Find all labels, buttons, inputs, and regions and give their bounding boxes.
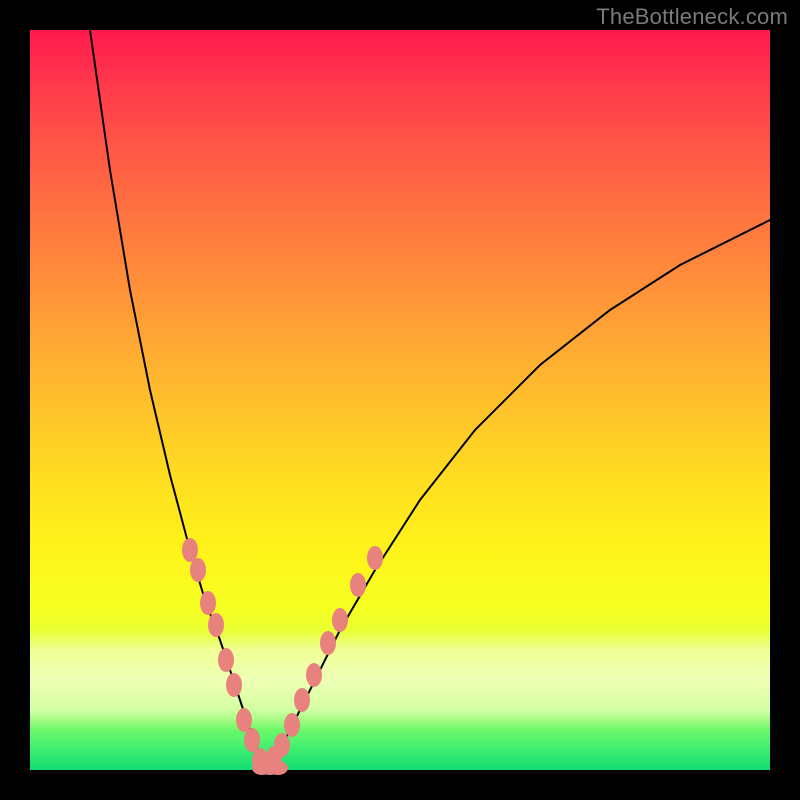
bead-marker [332, 608, 348, 632]
left-curve [90, 30, 268, 770]
bead-marker [367, 546, 383, 570]
bead-marker [284, 713, 300, 737]
bead-marker [294, 688, 310, 712]
bead-marker [200, 591, 216, 615]
watermark-text: TheBottleneck.com [596, 4, 788, 30]
right-curve [268, 220, 770, 770]
bead-group [182, 538, 383, 775]
bead-marker [190, 558, 206, 582]
chart-frame: TheBottleneck.com [0, 0, 800, 800]
bead-marker [306, 663, 322, 687]
bead-marker [226, 673, 242, 697]
bead-marker [244, 728, 260, 752]
bead-marker [208, 613, 224, 637]
bead-marker [274, 733, 290, 757]
bead-marker [350, 573, 366, 597]
bead-marker [182, 538, 198, 562]
bead-marker [268, 761, 288, 775]
curves-svg [30, 30, 770, 770]
bead-marker [236, 708, 252, 732]
bead-marker [320, 631, 336, 655]
bead-marker [218, 648, 234, 672]
